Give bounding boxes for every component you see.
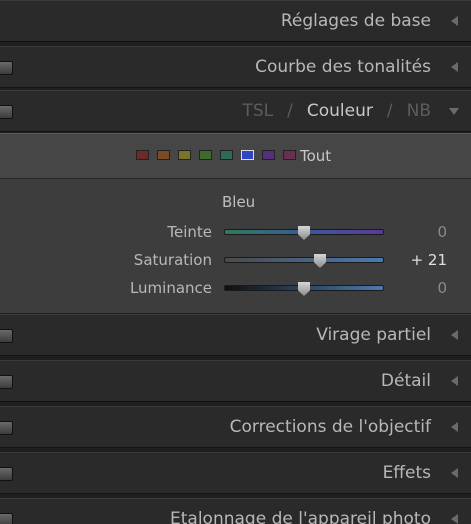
panel-title-basic: Réglages de base [280,11,431,31]
all-colors-button[interactable]: Tout [300,134,331,178]
tab-nb[interactable]: NB [407,101,431,121]
slider-row: Luminance 0 [0,276,471,300]
color-chip[interactable] [241,150,254,160]
collapse-triangle-icon[interactable] [451,62,458,72]
color-chip[interactable] [136,150,149,160]
slider-value[interactable]: 0 [437,276,447,300]
collapse-triangle-icon[interactable] [451,330,458,340]
collapse-triangle-icon[interactable] [451,514,458,524]
tab-tsl[interactable]: TSL [242,101,273,121]
selected-color-name: Bleu [222,193,256,211]
slider-thumb[interactable] [298,282,310,296]
slider-thumb[interactable] [298,226,310,240]
slider-label: Saturation [133,251,212,269]
panel-title-tone-curve: Courbe des tonalités [255,57,431,77]
panel-toggle-switch[interactable] [0,61,13,75]
color-chip-bar: Tout [0,133,471,179]
color-chip[interactable] [157,150,170,160]
panel-title-split-toning: Virage partiel [316,325,431,345]
panel-title-effects: Effets [382,463,431,483]
collapse-triangle-icon[interactable] [451,16,458,26]
panel-header-effects[interactable]: Effets [0,452,471,494]
panel-toggle-switch[interactable] [0,375,13,389]
color-chip[interactable] [199,150,212,160]
slider-track[interactable] [224,257,384,263]
panel-header-tone-curve[interactable]: Courbe des tonalités [0,46,471,88]
panel-header-detail[interactable]: Détail [0,360,471,402]
panel-header-basic[interactable]: Réglages de base [0,0,471,42]
slider-label: Teinte [167,223,212,241]
panel-header-split-toning[interactable]: Virage partiel [0,314,471,356]
color-chip[interactable] [283,150,296,160]
panel-toggle-switch[interactable] [0,467,13,481]
slider-row: Saturation + 21 [0,248,471,272]
panel-toggle-switch[interactable] [0,513,13,524]
slider-value[interactable]: + 21 [411,248,447,272]
color-chip[interactable] [220,150,233,160]
panel-toggle-switch[interactable] [0,421,13,435]
slider-row: Teinte 0 [0,220,471,244]
slider-thumb[interactable] [314,254,326,268]
collapse-triangle-icon[interactable] [451,376,458,386]
tab-couleur[interactable]: Couleur [307,101,373,121]
panel-toggle-switch[interactable] [0,105,13,119]
slider-label: Luminance [129,279,212,297]
panel-header-hsl-color-bw[interactable]: TSL / Couleur / NB [0,90,471,132]
panel-header-camera-calibration[interactable]: Etalonnage de l'appareil photo [0,498,471,524]
tab-separator: / [386,101,393,121]
color-chip[interactable] [262,150,275,160]
collapse-triangle-icon[interactable] [451,468,458,478]
color-chip[interactable] [178,150,191,160]
hsl-tabs: TSL / Couleur / NB [242,91,431,131]
expand-triangle-icon[interactable] [449,108,459,115]
panel-title-lens-corrections: Corrections de l'objectif [229,417,431,437]
panel-title-detail: Détail [380,371,431,391]
panel-header-lens-corrections[interactable]: Corrections de l'objectif [0,406,471,448]
collapse-triangle-icon[interactable] [451,422,458,432]
panel-title-camera-calibration: Etalonnage de l'appareil photo [170,509,431,524]
panel-toggle-switch[interactable] [0,329,13,343]
color-panel-body: Tout Bleu Teinte 0 Saturation + 21 Luminance… [0,133,471,313]
tab-separator: / [287,101,293,121]
develop-right-panel: Réglages de base Courbe des tonalités TS… [0,0,471,524]
slider-value[interactable]: 0 [437,220,447,244]
